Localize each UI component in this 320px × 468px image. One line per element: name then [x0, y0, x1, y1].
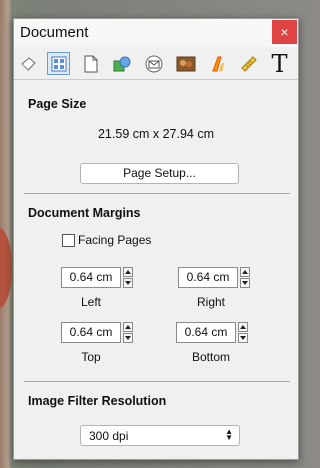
stepper-up-button[interactable] [123, 267, 133, 277]
toolbar: T [14, 49, 298, 80]
bottom-margin-label: Bottom [191, 350, 230, 364]
bottom-margin-input[interactable]: 0.64 cm [176, 322, 236, 343]
close-button[interactable]: × [272, 20, 297, 44]
document-panel: Document × T Page Size 21.59 cm x 27.94 … [13, 18, 299, 460]
image-filter-select[interactable]: 300 dpi ▲ ▼ [80, 425, 240, 446]
top-margin-label: Top [81, 350, 101, 364]
top-margin-input[interactable]: 0.64 cm [61, 322, 121, 343]
separator [24, 193, 290, 194]
select-arrows-icon: ▲ ▼ [225, 427, 233, 442]
right-margin-label: Right [196, 295, 225, 309]
ruler-icon[interactable] [237, 52, 260, 75]
stepper-down-button[interactable] [240, 278, 250, 288]
stepper-up-button[interactable] [123, 322, 133, 332]
facing-pages-label: Facing Pages [78, 233, 152, 247]
text-style-icon[interactable] [206, 52, 229, 75]
text-tool-icon[interactable]: T [268, 52, 291, 76]
page-setup-button[interactable]: Page Setup... [80, 163, 239, 184]
page-icon[interactable] [79, 52, 102, 75]
right-margin-stepper[interactable] [240, 267, 250, 288]
close-icon: × [280, 24, 289, 40]
left-margin-input[interactable]: 0.64 cm [61, 267, 121, 288]
title-bar[interactable]: Document × [14, 19, 298, 47]
document-margins-heading: Document Margins [28, 206, 141, 220]
left-margin-stepper[interactable] [123, 267, 133, 288]
stepper-down-button[interactable] [238, 333, 248, 343]
stepper-down-button[interactable] [123, 278, 133, 288]
bottom-margin-stepper[interactable] [238, 322, 248, 343]
facing-pages-checkbox[interactable] [62, 234, 75, 247]
envelope-icon[interactable] [142, 52, 165, 75]
page-size-value: 21.59 cm x 27.94 cm [97, 127, 215, 141]
top-margin-stepper[interactable] [123, 322, 133, 343]
separator [24, 381, 290, 382]
image-icon[interactable] [174, 52, 197, 75]
window-title: Document [20, 24, 89, 41]
image-filter-value: 300 dpi [89, 429, 129, 443]
image-filter-heading: Image Filter Resolution [28, 394, 167, 408]
left-margin-label: Left [80, 295, 101, 309]
shapes-icon[interactable] [110, 52, 133, 75]
document-grid-icon[interactable] [47, 52, 70, 75]
stepper-up-button[interactable] [238, 322, 248, 332]
right-margin-input[interactable]: 0.64 cm [178, 267, 238, 288]
stepper-up-button[interactable] [240, 267, 250, 277]
page-size-heading: Page Size [28, 97, 87, 111]
stepper-down-button[interactable] [123, 333, 133, 343]
general-icon[interactable] [16, 52, 39, 75]
